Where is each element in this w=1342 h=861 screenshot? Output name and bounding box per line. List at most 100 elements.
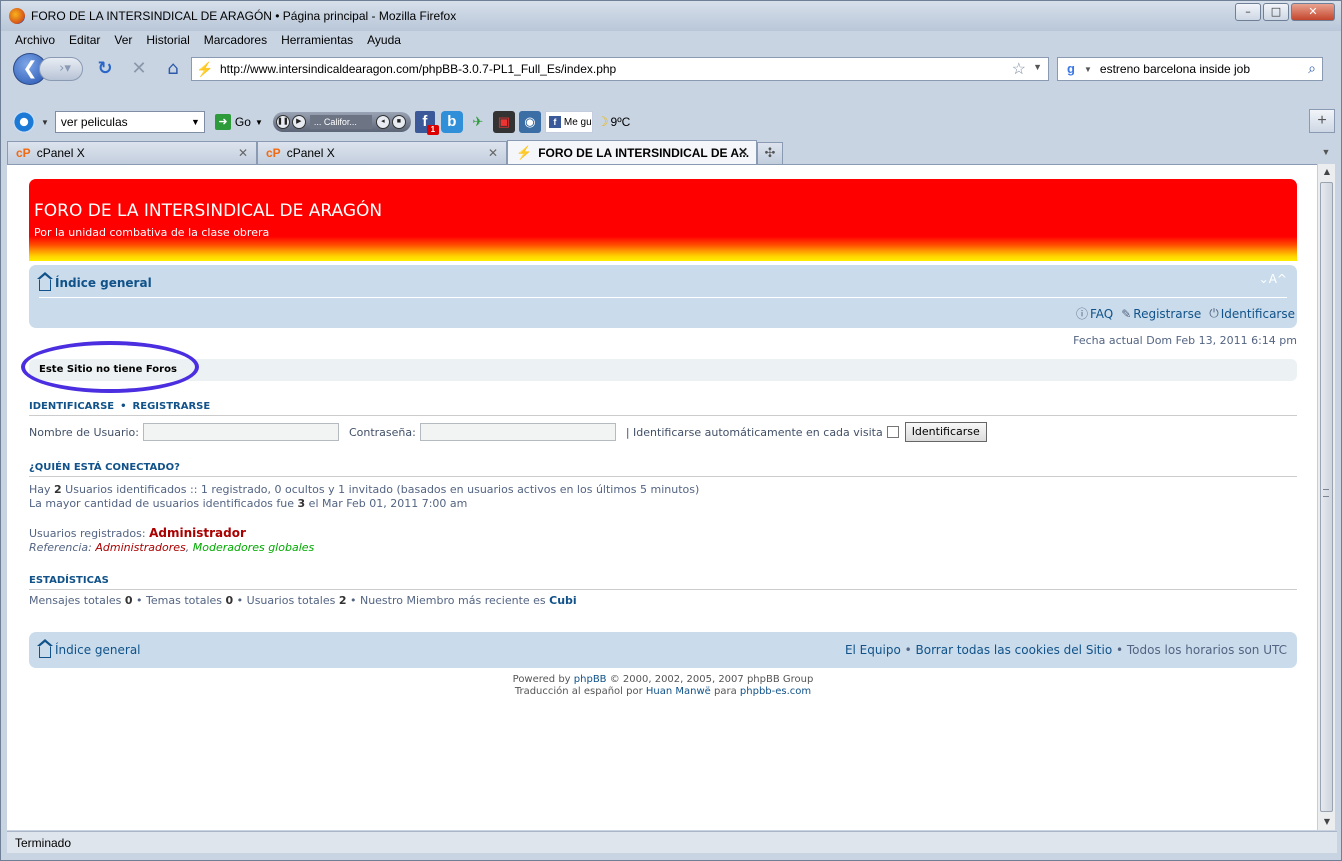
- breadcrumb-index-link[interactable]: Índice general: [55, 276, 152, 290]
- online-count: 2: [54, 483, 62, 496]
- scroll-down-icon[interactable]: ▼: [1318, 814, 1336, 830]
- chevron-down-icon: ▼: [191, 117, 200, 127]
- font-size-toggle[interactable]: ⌄A^: [1259, 272, 1287, 286]
- close-icon[interactable]: ✕: [488, 146, 498, 160]
- menu-ver[interactable]: Ver: [106, 31, 138, 51]
- maximize-button[interactable]: □: [1263, 3, 1289, 21]
- url-bar[interactable]: ⚡ http://www.intersindicaldearagon.com/p…: [191, 57, 1049, 81]
- registered-users: Usuarios registrados: Administrador: [29, 526, 1297, 541]
- go-arrow-icon: ➜: [214, 114, 231, 130]
- url-text: http://www.intersindicaldearagon.com/php…: [220, 62, 617, 76]
- close-window-button[interactable]: ✕: [1291, 3, 1335, 21]
- toolbar-logo-dropdown-icon[interactable]: ▼: [41, 118, 49, 127]
- cpanel-icon: cP: [16, 146, 31, 160]
- tab-cpanel-1[interactable]: cP cPanel X ✕: [7, 141, 257, 164]
- reload-icon[interactable]: ↻: [93, 57, 117, 81]
- autologin-label: | Identificarse automáticamente en cada …: [625, 425, 883, 439]
- toolbar-search-select[interactable]: ver peliculas ▼: [54, 111, 205, 133]
- new-tab-button[interactable]: ✣: [757, 142, 783, 164]
- volume-icon[interactable]: ◂: [375, 115, 390, 129]
- forward-button[interactable]: ›▾: [39, 57, 83, 81]
- login-link[interactable]: ⏻ Identificarse: [1209, 305, 1295, 322]
- legend: Referencia: Administradores, Moderadores…: [29, 541, 1297, 555]
- translation-text: para: [710, 686, 740, 697]
- site-title: FORO DE LA INTERSINDICAL DE ARAGÓN: [34, 201, 383, 221]
- stats-heading-text: ESTADÍSTICAS: [29, 575, 109, 586]
- legend-admins-link[interactable]: Administradores: [95, 541, 185, 554]
- tab-foro[interactable]: ⚡ FORO DE LA INTERSINDICAL DE A... ✕: [507, 140, 757, 164]
- media-station-text[interactable]: ... Califor...: [309, 115, 372, 129]
- autologin-checkbox[interactable]: [886, 426, 899, 438]
- username-input[interactable]: [142, 423, 339, 441]
- like-label: Me gu: [563, 116, 592, 128]
- home-icon[interactable]: ⌂: [161, 57, 185, 81]
- search-icon[interactable]: ⌕: [1308, 60, 1316, 77]
- menu-marcadores[interactable]: Marcadores: [196, 31, 273, 51]
- stop-media-icon[interactable]: ■: [391, 115, 406, 129]
- site-favicon-icon: ⚡: [196, 61, 214, 77]
- register-link[interactable]: ✎ Registrarse: [1121, 305, 1201, 322]
- weather-widget[interactable]: ☽ 9ºC: [597, 114, 630, 130]
- scrollbar-thumb[interactable]: [1320, 182, 1333, 812]
- stop-icon[interactable]: ✕: [127, 57, 151, 81]
- menu-archivo[interactable]: Archivo: [7, 31, 61, 51]
- menu-historial[interactable]: Historial: [138, 31, 195, 51]
- play-icon[interactable]: ▶: [291, 115, 306, 129]
- video-icon[interactable]: ▣: [492, 111, 515, 133]
- annotation-circle: [21, 341, 199, 393]
- facebook-like-button[interactable]: f Me gu: [544, 111, 593, 133]
- newest-member-link[interactable]: Cubi: [549, 594, 577, 607]
- minimize-button[interactable]: –: [1235, 3, 1261, 21]
- bookmark-star-icon[interactable]: ☆: [1012, 59, 1026, 79]
- media-player: ❚❚ ▶ ... Califor... ◂ ■: [272, 112, 411, 132]
- addon-toolbar: ▼ ver peliculas ▼ ➜ Go ▼ ❚❚ ▶ ... Califo…: [7, 107, 1337, 137]
- password-input[interactable]: [419, 423, 616, 441]
- close-icon[interactable]: ✕: [738, 145, 748, 159]
- legend-mods-link[interactable]: Moderadores globales: [193, 541, 315, 554]
- login-submit-button[interactable]: Identificarse: [904, 422, 987, 442]
- heading-separator: •: [120, 401, 127, 412]
- scroll-up-icon[interactable]: ▲: [1318, 164, 1336, 180]
- copyright-text: © 2000, 2002, 2005, 2007 phpBB Group: [606, 674, 814, 685]
- delete-cookies-link[interactable]: Borrar todas las cookies del Sitio: [916, 643, 1113, 657]
- translation-text: Traducción al español por: [514, 686, 646, 697]
- toolbar-logo-icon[interactable]: [13, 111, 35, 133]
- phpbb-es-link[interactable]: phpbb-es.com: [740, 686, 811, 697]
- breadcrumb: Índice general: [37, 272, 152, 291]
- go-button[interactable]: ➜ Go ▼: [214, 114, 263, 130]
- faq-link[interactable]: ⓘ FAQ: [1076, 305, 1113, 322]
- tab-cpanel-2[interactable]: cP cPanel X ✕: [257, 141, 507, 164]
- menu-ayuda[interactable]: Ayuda: [359, 31, 407, 51]
- password-label: Contraseña:: [348, 425, 416, 439]
- camera-icon[interactable]: ◉: [518, 111, 541, 133]
- page-viewport: FORO DE LA INTERSINDICAL DE ARAGÓN Por l…: [7, 164, 1319, 830]
- add-toolbar-button[interactable]: +: [1309, 109, 1335, 133]
- login-heading-link[interactable]: IDENTIFICARSE: [29, 401, 114, 412]
- register-heading-link[interactable]: REGISTRARSE: [133, 401, 211, 412]
- menu-herramientas[interactable]: Herramientas: [273, 31, 359, 51]
- menu-editar[interactable]: Editar: [61, 31, 106, 51]
- close-icon[interactable]: ✕: [238, 146, 248, 160]
- navigation-toolbar: ❮ ›▾ ↻ ✕ ⌂ ⚡ http://www.intersindicaldea…: [7, 52, 1337, 86]
- who-online-heading-link[interactable]: ¿QUIÉN ESTÁ CONECTADO?: [29, 462, 180, 473]
- phpbb-link[interactable]: phpBB: [574, 674, 607, 685]
- vertical-scrollbar[interactable]: ▲ ▼: [1317, 164, 1335, 830]
- firefox-logo-icon: [9, 8, 25, 24]
- url-dropdown-icon[interactable]: ▼: [1033, 62, 1042, 72]
- search-bar[interactable]: g ▼ estreno barcelona inside job ⌕: [1057, 57, 1323, 81]
- facebook-icon[interactable]: f1: [414, 111, 439, 135]
- team-link[interactable]: El Equipo: [845, 643, 901, 657]
- faq-label: FAQ: [1089, 306, 1114, 321]
- pause-icon[interactable]: ❚❚: [275, 115, 290, 129]
- translator-link[interactable]: Huan Manwë: [646, 686, 711, 697]
- copyright-line-1: Powered by phpBB © 2000, 2002, 2005, 200…: [29, 674, 1297, 686]
- admin-user-link[interactable]: Administrador: [149, 526, 246, 540]
- tab-list-dropdown-icon[interactable]: ▼: [1317, 142, 1335, 162]
- paper-plane-icon[interactable]: ✈: [467, 111, 489, 133]
- go-dropdown-icon[interactable]: ▼: [255, 118, 263, 127]
- search-engine-dropdown-icon[interactable]: ▼: [1084, 65, 1092, 74]
- user-links: ⓘ FAQ ✎ Registrarse ⏻ Identificarse: [1076, 305, 1295, 322]
- b-app-icon[interactable]: b: [440, 111, 463, 133]
- google-icon[interactable]: g: [1062, 60, 1080, 78]
- footer-index-link[interactable]: Índice general: [55, 643, 141, 657]
